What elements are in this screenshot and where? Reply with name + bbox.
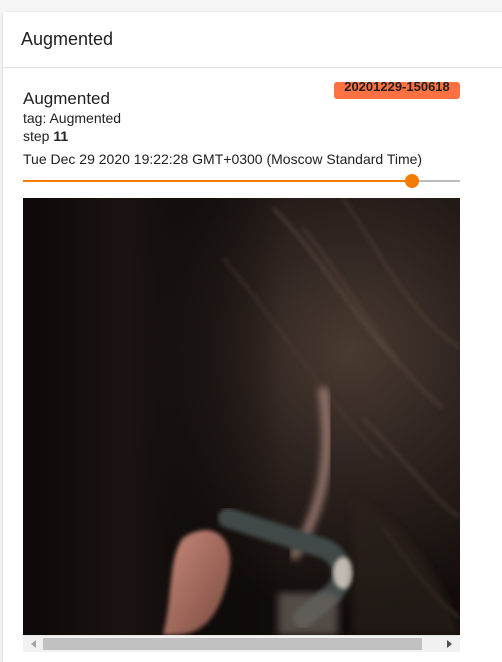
horizontal-scrollbar[interactable] <box>23 635 460 652</box>
run-badge: 20201229-150618 <box>334 82 460 99</box>
sample-image <box>23 198 460 635</box>
run-name: 20201229-150618 <box>344 82 450 94</box>
scroll-right-arrow-icon[interactable] <box>447 640 452 648</box>
tag-line: tag: Augmented <box>23 110 122 126</box>
slider-thumb[interactable] <box>405 174 419 188</box>
card-title: Augmented <box>23 89 110 108</box>
timestamp: Tue Dec 29 2020 19:22:28 GMT+0300 (Mosco… <box>23 151 423 167</box>
slider-fill <box>23 180 412 182</box>
image-card: 20201229-150618 Augmented tag: Augmented… <box>3 69 502 662</box>
image-panel: Augmented 20201229-150618 Augmented tag:… <box>3 12 502 662</box>
step-line: step 11 <box>23 128 68 144</box>
sample-image-graphic <box>23 198 460 635</box>
panel-title: Augmented <box>21 29 114 49</box>
panel-header: Augmented <box>3 12 502 68</box>
scroll-left-arrow-icon[interactable] <box>31 640 36 648</box>
scrollbar-thumb[interactable] <box>43 638 422 650</box>
step-label: step <box>23 128 50 144</box>
step-slider[interactable] <box>23 173 460 189</box>
step-value: 11 <box>53 128 69 144</box>
